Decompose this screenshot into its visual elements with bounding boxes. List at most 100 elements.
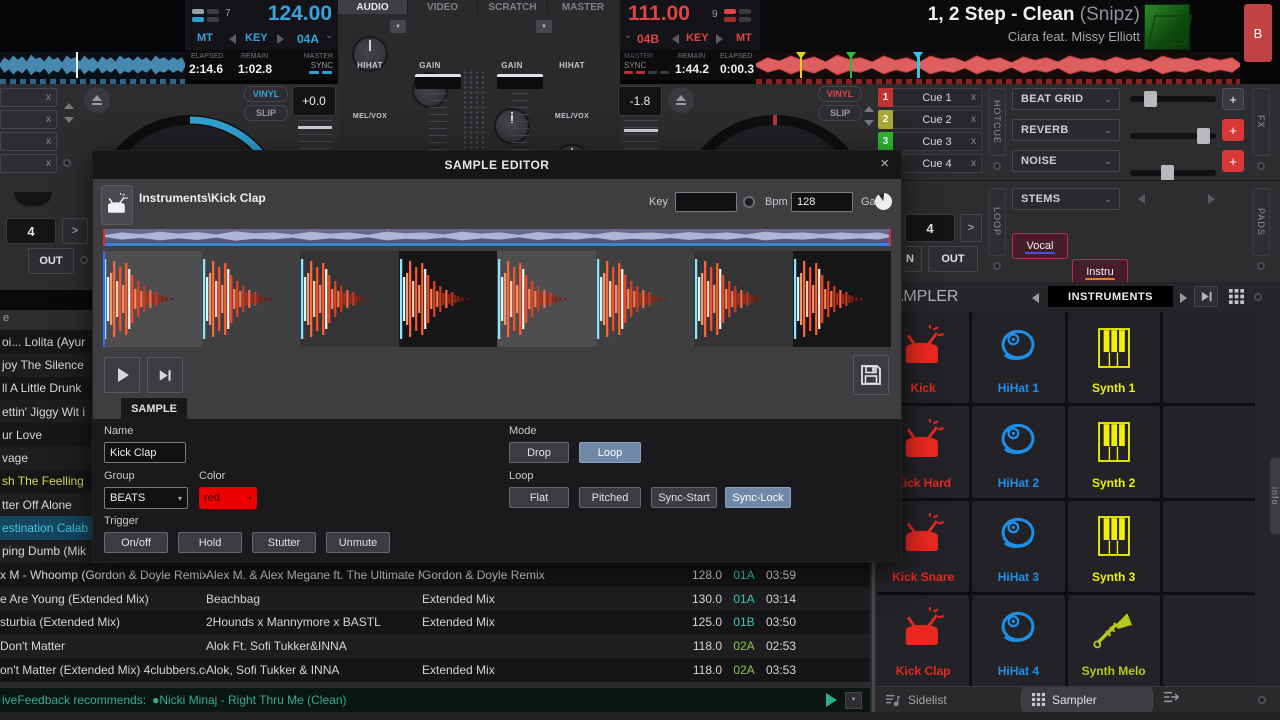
volume-fader-right[interactable]: [497, 72, 543, 150]
table-row[interactable]: e Are Young (Extended Mix) Beachbag Exte…: [0, 587, 870, 611]
hotcue-scroll-down[interactable]: [864, 120, 874, 126]
tracklist-item[interactable]: ping Dumb (Mik: [0, 540, 92, 563]
table-row[interactable]: sturbia (Extended Mix) 2Hounds x Mannymo…: [0, 611, 870, 635]
deck-a-vinyl-button[interactable]: VINYL: [244, 86, 288, 102]
deck-b-vinyl-button[interactable]: VINYL: [818, 86, 862, 102]
album-art[interactable]: [1144, 4, 1190, 50]
group-select[interactable]: BEATS▾: [104, 487, 188, 509]
deck-a-pitch-display[interactable]: +0.0: [292, 86, 336, 116]
deck-b-loop-next-button[interactable]: >: [960, 214, 982, 242]
deck-a-key-label[interactable]: KEY: [245, 32, 268, 44]
tab-sidelist[interactable]: Sidelist: [875, 687, 1021, 712]
sampler-pad-hihat4[interactable]: HiHat 4: [972, 595, 1064, 686]
tracklist-item-selected[interactable]: estination Calab: [0, 516, 92, 539]
deck-a-eject-button[interactable]: [84, 87, 110, 113]
sample-slot-3[interactable]: x: [0, 132, 57, 151]
deck-a-loop-indicator[interactable]: [192, 9, 219, 22]
fx-slot-3-add-button[interactable]: +: [1222, 150, 1244, 172]
key-input[interactable]: [675, 192, 737, 212]
eq-select-right[interactable]: ▼: [536, 20, 552, 33]
color-select[interactable]: red▾: [199, 487, 257, 509]
slot-close[interactable]: x: [46, 114, 51, 125]
deck-b-loop-size[interactable]: 4: [905, 214, 955, 242]
hotcue-scroll-up[interactable]: [864, 106, 874, 112]
deck-b-pitch-display[interactable]: -1.8: [618, 86, 662, 116]
tab-master[interactable]: MASTER: [548, 0, 618, 14]
slot-close[interactable]: x: [46, 158, 51, 169]
sampler-bank-next[interactable]: [1180, 293, 1187, 303]
recommend-track[interactable]: ●Nicki Minaj - Right Thru Me (Clean): [152, 693, 346, 707]
fx-slot-3-select[interactable]: NOISE⌄: [1012, 150, 1120, 172]
stems-select[interactable]: STEMS⌄: [1012, 188, 1120, 210]
sync-label[interactable]: SYNC: [624, 61, 646, 70]
deck-b-loop-indicator[interactable]: [724, 9, 751, 22]
key-knob[interactable]: [743, 196, 755, 208]
slot-close[interactable]: x: [46, 92, 51, 103]
sampler-pad-hihat3[interactable]: HiHat 3: [972, 501, 1064, 592]
deck-a-pitch-fader[interactable]: [298, 120, 332, 150]
sampler-view-grid-button[interactable]: [1224, 286, 1248, 307]
hotcue-1[interactable]: 1 Cue 1x: [878, 88, 982, 107]
play-button[interactable]: [104, 357, 140, 393]
tracklist-item[interactable]: tter Off Alone: [0, 493, 92, 516]
deck-a-mt-button[interactable]: MT: [197, 32, 213, 44]
tracklist-item[interactable]: oi... Lolita (Ayur: [0, 330, 92, 353]
sampler-pad-synth1[interactable]: Synth 1: [1068, 312, 1160, 403]
tracklist-item[interactable]: joy The Silence: [0, 353, 92, 376]
deck-b-key-chevron-icon[interactable]: ⌄: [624, 30, 632, 41]
deck-a-bpm[interactable]: 124.00: [268, 2, 332, 26]
loop-panel-tab[interactable]: LOOP: [988, 188, 1006, 256]
loop-sync-lock-button[interactable]: Sync-Lock: [725, 487, 791, 508]
hotcue-remove[interactable]: x: [971, 92, 976, 103]
stems-next-arrow[interactable]: [1208, 194, 1215, 204]
trigger-hold-button[interactable]: Hold: [178, 532, 242, 553]
deck-a-waveform[interactable]: [0, 52, 185, 84]
fx-slot-2-select[interactable]: REVERB⌄: [1012, 119, 1120, 141]
deck-b-key-up-arrow[interactable]: [716, 34, 723, 44]
sampler-pad-empty[interactable]: [1163, 406, 1255, 497]
hotcue-remove[interactable]: x: [971, 136, 976, 147]
sampler-pad-empty[interactable]: [1163, 312, 1255, 403]
name-input[interactable]: Kick Clap: [104, 442, 186, 463]
sampler-bank-select[interactable]: INSTRUMENTS: [1048, 286, 1173, 307]
automix-icon[interactable]: [1153, 690, 1191, 709]
sample-slot-1[interactable]: x: [0, 88, 57, 107]
trigger-stutter-button[interactable]: Stutter: [252, 532, 316, 553]
loop-flat-button[interactable]: Flat: [509, 487, 569, 508]
play-to-end-button[interactable]: [147, 357, 183, 393]
deck-b-key-value[interactable]: 04B: [637, 32, 659, 46]
sync-label[interactable]: SYNC: [311, 61, 333, 70]
sampler-pad-synth3[interactable]: Synth 3: [1068, 501, 1160, 592]
volume-fader-left[interactable]: [415, 72, 461, 150]
loop-pitched-button[interactable]: Pitched: [579, 487, 641, 508]
slot-scroll-up[interactable]: [64, 103, 74, 109]
sampler-pad-kick-clap[interactable]: Kick Clap: [877, 595, 969, 686]
stems-prev-arrow[interactable]: [1138, 194, 1145, 204]
hotcue-2[interactable]: 2 Cue 2x: [878, 110, 982, 129]
tab-scratch[interactable]: SCRATCH: [478, 0, 548, 14]
slot-close[interactable]: x: [46, 136, 51, 147]
deck-a-key-value[interactable]: 04A: [297, 32, 319, 46]
hotcue-panel-tab[interactable]: HOTCUE: [988, 88, 1006, 156]
fx-slot-1-slider[interactable]: [1130, 96, 1216, 102]
tracklist-item[interactable]: ll A Little Drunk: [0, 377, 92, 400]
deck-a-loop-out-button[interactable]: OUT: [28, 248, 74, 274]
tab-audio[interactable]: AUDIO: [338, 0, 408, 14]
tracklist-item[interactable]: ettin' Jiggy Wit i: [0, 400, 92, 423]
dialog-titlebar[interactable]: SAMPLE EDITOR ×: [93, 151, 901, 179]
fx-slot-2-add-button[interactable]: +: [1222, 119, 1244, 141]
deck-a-key-chevron-icon[interactable]: ⌄: [325, 30, 333, 41]
deck-b-pitch-fader[interactable]: [624, 120, 658, 150]
loop-sync-start-button[interactable]: Sync-Start: [651, 487, 717, 508]
fx-slot-1-select[interactable]: BEAT GRID⌄: [1012, 88, 1120, 110]
sample-slot-2[interactable]: x: [0, 110, 57, 129]
deck-b-slip-button[interactable]: SLIP: [818, 105, 862, 121]
tab-video[interactable]: VIDEO: [408, 0, 478, 14]
mode-loop-button[interactable]: Loop: [579, 442, 641, 463]
mode-drop-button[interactable]: Drop: [509, 442, 569, 463]
pads-panel-tab[interactable]: PADS: [1252, 188, 1270, 256]
hotcue-remove[interactable]: x: [971, 158, 976, 169]
sampler-pad-hihat1[interactable]: HiHat 1: [972, 312, 1064, 403]
recommend-play-button[interactable]: [826, 693, 837, 707]
deck-a-loop-next-button[interactable]: >: [62, 218, 88, 244]
